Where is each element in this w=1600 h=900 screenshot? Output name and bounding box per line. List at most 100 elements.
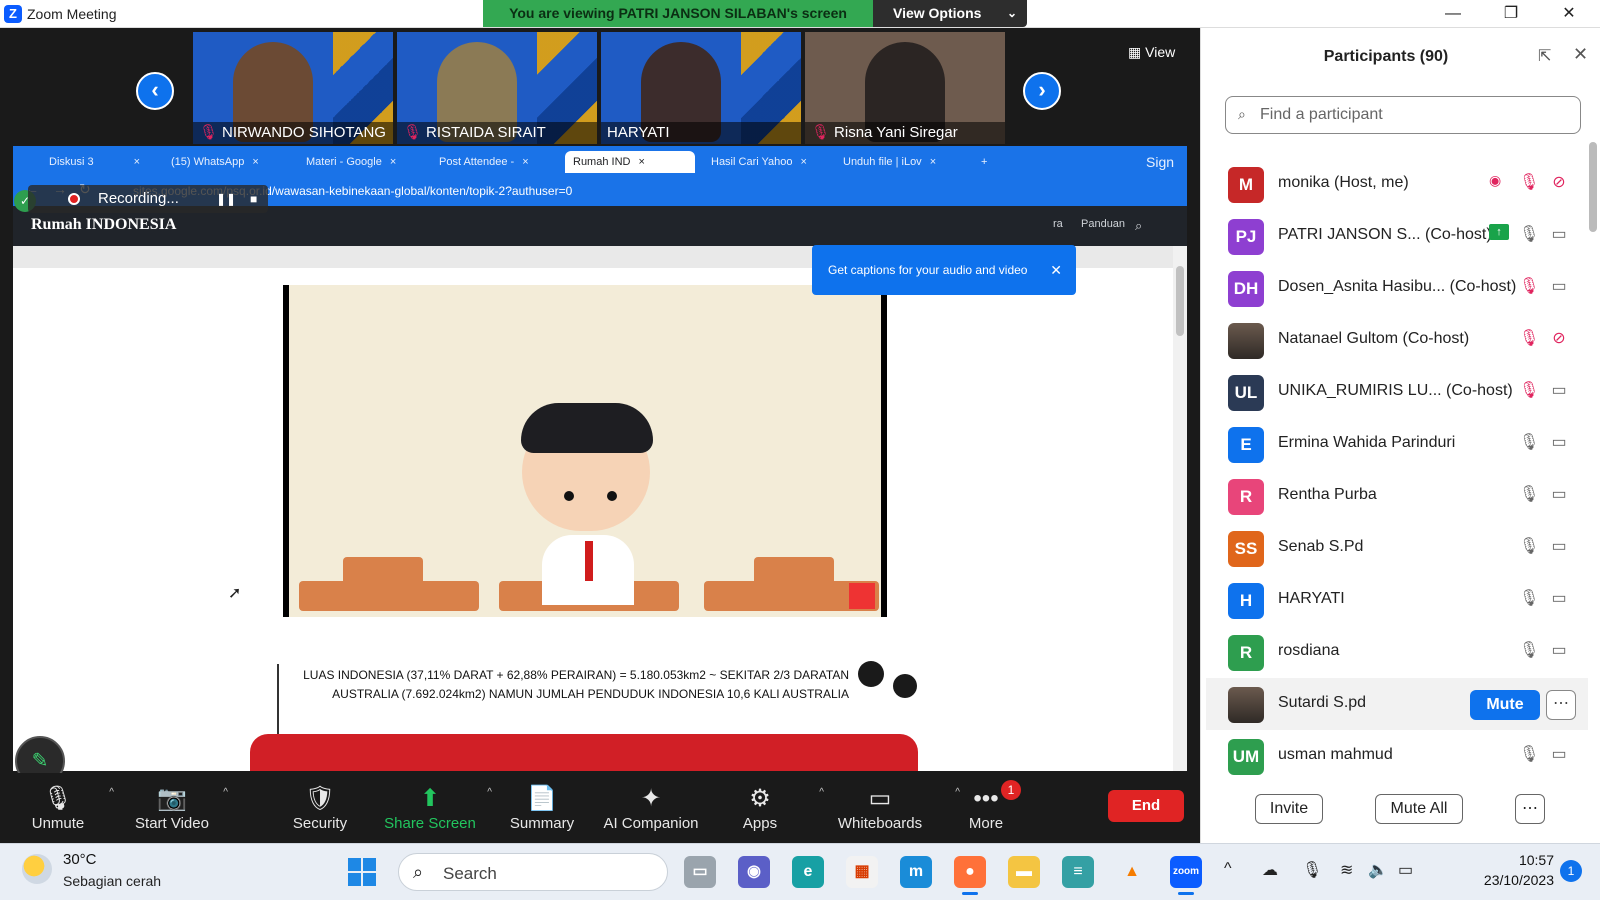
video-icon[interactable]: ▭ xyxy=(1549,276,1569,296)
zoom-taskbar-icon[interactable]: zoom xyxy=(1170,856,1202,895)
browser-tab[interactable]: (15) WhatsApp × xyxy=(163,151,293,173)
video-thumbnail[interactable]: HARYATI xyxy=(601,32,801,144)
mhp-app-icon[interactable]: m xyxy=(900,856,932,888)
close-icon[interactable]: ✕ xyxy=(1554,3,1584,25)
close-icon[interactable]: × xyxy=(522,156,528,168)
share-screen-button[interactable]: ⬆ Share Screen ^ xyxy=(380,773,492,843)
caret-up-icon[interactable]: ^ xyxy=(223,787,228,798)
more-options-button[interactable]: ⋯ xyxy=(1546,690,1576,720)
mic-muted-icon[interactable]: 🎙 xyxy=(1519,328,1539,348)
more-button[interactable]: ••• More xyxy=(936,773,1036,843)
notification-badge[interactable]: 1 xyxy=(1560,860,1582,882)
browser-tab[interactable]: Hasil Cari Yahoo × xyxy=(703,151,833,173)
unmute-button[interactable]: 🎙 Unmute ^ xyxy=(8,773,114,843)
clock-date[interactable]: 23/10/2023 xyxy=(1464,872,1554,888)
stop-icon[interactable]: ■ xyxy=(250,185,257,213)
video-icon[interactable]: ▭ xyxy=(1549,380,1569,400)
volume-icon[interactable]: 🔈 xyxy=(1368,860,1388,880)
video-thumbnail[interactable]: 🎙 RISTAIDA SIRAIT xyxy=(397,32,597,144)
search-input[interactable] xyxy=(1260,105,1560,125)
task-view-icon[interactable]: ▭ xyxy=(684,856,716,888)
invite-button[interactable]: Invite xyxy=(1255,794,1323,824)
participant-search[interactable]: ⌕ xyxy=(1225,96,1581,134)
sign-in-link[interactable]: Sign in xyxy=(1138,151,1187,192)
participant-row[interactable]: DH Dosen_Asnita Hasibu... (Co-host) 🎙 ▭ xyxy=(1206,262,1588,314)
apps-button[interactable]: ⚙ Apps ^ xyxy=(710,773,824,843)
browser-tab-active[interactable]: Rumah IND × xyxy=(565,151,695,173)
more-options-button[interactable]: ⋯ xyxy=(1515,794,1545,824)
security-button[interactable]: 🛡 Security xyxy=(270,773,370,843)
taskbar-search[interactable]: ⌕ Search xyxy=(398,853,668,891)
mic-icon[interactable]: 🎙 xyxy=(1519,588,1539,608)
video-thumbnail[interactable]: 🎙 Risna Yani Siregar xyxy=(805,32,1005,144)
browser-tab[interactable]: Diskusi 3 × xyxy=(41,151,153,173)
pause-icon[interactable]: ❚❚ xyxy=(216,185,236,213)
firefox-icon[interactable]: ● xyxy=(954,856,986,895)
teams-icon[interactable]: ◉ xyxy=(738,856,770,888)
mic-icon[interactable]: 🎙 xyxy=(1519,224,1539,244)
close-icon[interactable]: × xyxy=(252,156,258,168)
embedded-video[interactable] xyxy=(283,285,887,617)
file-explorer-icon[interactable]: ▬ xyxy=(1008,856,1040,888)
mic-muted-icon[interactable]: 🎙 xyxy=(1519,380,1539,400)
scrollbar[interactable] xyxy=(1589,136,1597,756)
store-icon[interactable]: ▦ xyxy=(846,856,878,888)
summary-button[interactable]: 📄 Summary xyxy=(492,773,592,843)
slide-nav-dot[interactable] xyxy=(893,674,917,698)
restore-icon[interactable]: ❐ xyxy=(1496,3,1526,25)
video-icon[interactable]: ▭ xyxy=(1549,224,1569,244)
close-icon[interactable]: ✕ xyxy=(1573,44,1588,65)
new-tab-icon[interactable]: + xyxy=(973,151,993,173)
minimize-icon[interactable]: — xyxy=(1438,3,1468,25)
captions-tooltip[interactable]: Get captions for your audio and video ✕ xyxy=(812,245,1076,295)
close-icon[interactable]: × xyxy=(638,156,644,168)
participant-row[interactable]: UL UNIKA_RUMIRIS LU... (Co-host) 🎙 ▭ xyxy=(1206,366,1588,418)
participant-row[interactable]: Rrosdiana 🎙 ▭ xyxy=(1206,626,1588,678)
video-off-icon[interactable]: ⊘ xyxy=(1549,328,1569,348)
close-icon[interactable]: × xyxy=(134,156,140,168)
wifi-icon[interactable]: ≋ xyxy=(1340,860,1353,880)
browser-tab[interactable]: Materi - Google × xyxy=(298,151,428,173)
search-icon[interactable]: ⌕ xyxy=(1135,218,1142,234)
participant-row[interactable]: R Rentha Purba 🎙 ▭ xyxy=(1206,470,1588,522)
caret-up-icon[interactable]: ^ xyxy=(109,787,114,798)
scrollbar[interactable] xyxy=(1173,246,1187,771)
mic-icon[interactable]: 🎙 xyxy=(1519,484,1539,504)
clock-time[interactable]: 10:57 xyxy=(1464,852,1554,868)
browser-tab[interactable]: Unduh file | iLov × xyxy=(835,151,965,173)
video-icon[interactable]: ▭ xyxy=(1549,432,1569,452)
end-meeting-button[interactable]: End xyxy=(1108,790,1184,822)
participant-row[interactable]: PJ PATRI JANSON S... (Co-host) ↑ 🎙 ▭ xyxy=(1206,210,1588,262)
mic-icon[interactable]: 🎙 xyxy=(1519,640,1539,660)
mic-muted-icon[interactable]: 🎙 xyxy=(1519,276,1539,296)
ai-companion-button[interactable]: ✦ AI Companion xyxy=(590,773,712,843)
close-icon[interactable]: × xyxy=(801,156,807,168)
next-page-button[interactable]: › xyxy=(1023,72,1061,110)
participant-row[interactable]: Sutardi S.pd Mute ⋯ xyxy=(1206,678,1588,730)
video-thumbnail[interactable]: 🎙 NIRWANDO SIHOTANG xyxy=(193,32,393,144)
video-off-icon[interactable]: ⊘ xyxy=(1549,172,1569,192)
mic-icon[interactable]: 🎙 xyxy=(1519,432,1539,452)
whiteboards-button[interactable]: ▭ Whiteboards ^ xyxy=(822,773,960,843)
start-video-button[interactable]: 📷 Start Video ^ xyxy=(122,773,228,843)
mic-icon[interactable]: 🎙 xyxy=(1519,744,1539,764)
close-icon[interactable]: ✕ xyxy=(1050,245,1062,295)
video-icon[interactable]: ▭ xyxy=(1549,484,1569,504)
browser-tab[interactable]: Post Attendee - × xyxy=(431,151,561,173)
participant-row[interactable]: H HARYATI 🎙 ▭ xyxy=(1206,574,1588,626)
video-icon[interactable]: ▭ xyxy=(1549,744,1569,764)
start-menu-icon[interactable] xyxy=(348,858,376,886)
mic-muted-icon[interactable]: 🎙 xyxy=(1519,172,1539,192)
participant-row[interactable]: SS Senab S.Pd 🎙 ▭ xyxy=(1206,522,1588,574)
video-icon[interactable]: ▭ xyxy=(1549,588,1569,608)
weather-icon[interactable] xyxy=(22,854,52,884)
mute-all-button[interactable]: Mute All xyxy=(1375,794,1463,824)
cloud-icon[interactable]: ☁ xyxy=(1262,860,1278,880)
participant-row[interactable]: Mmonika (Host, me) ◉ 🎙 ⊘ xyxy=(1206,158,1588,210)
view-button[interactable]: ▦ View xyxy=(1128,44,1175,61)
close-icon[interactable]: × xyxy=(390,156,396,168)
site-nav-link[interactable]: ra xyxy=(1053,218,1063,230)
mute-participant-button[interactable]: Mute xyxy=(1470,690,1540,720)
popout-icon[interactable]: ⇱ xyxy=(1538,46,1551,66)
battery-icon[interactable]: ▭ xyxy=(1398,860,1413,880)
